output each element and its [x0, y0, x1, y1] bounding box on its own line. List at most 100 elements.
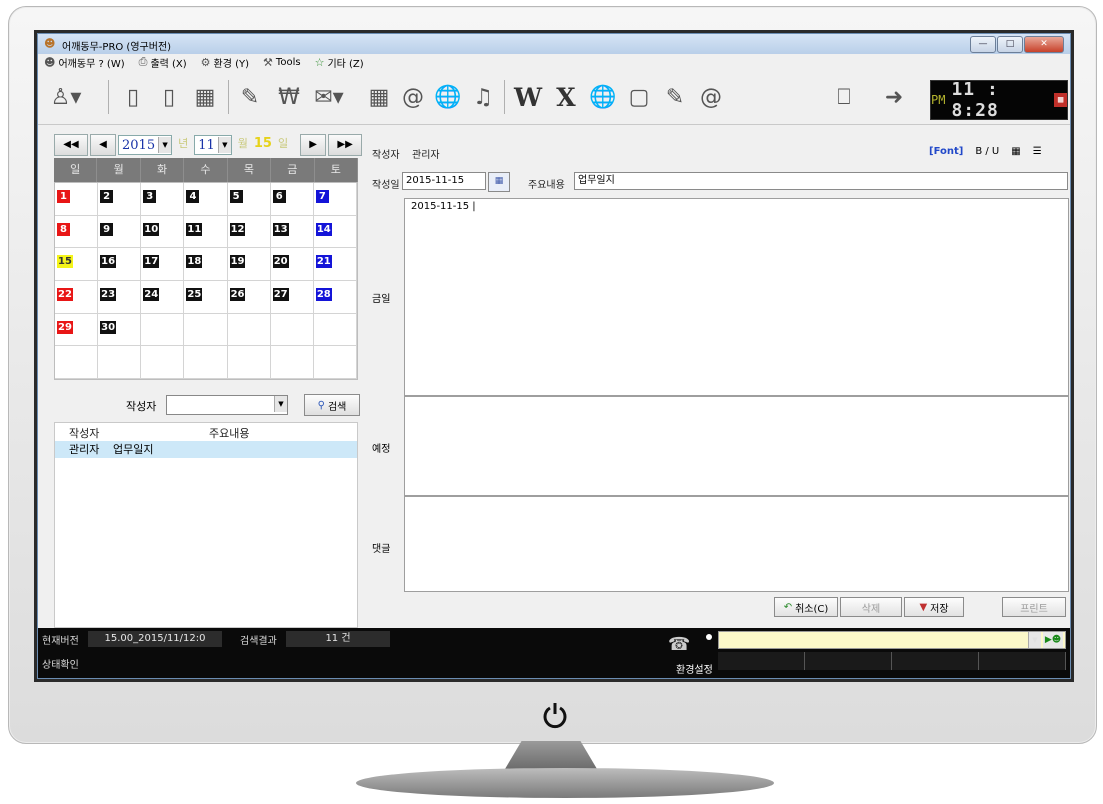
search-button[interactable]: ⚲ 검색	[304, 394, 360, 416]
calendar-cell[interactable]: 7	[313, 183, 357, 216]
folder-icon[interactable]: ▢	[624, 82, 654, 112]
calendar-cell[interactable]: 19	[227, 248, 271, 281]
chat-icon[interactable]: ✉▾	[310, 82, 348, 112]
web-icon[interactable]: 🌐	[588, 82, 618, 112]
messenger-combo[interactable]: ▼ ▶☻	[718, 631, 1066, 649]
cancel-button[interactable]: ↶ 취소(C)	[774, 597, 838, 617]
menu-item-etc[interactable]: ☆ 기타 (Z)	[315, 54, 364, 70]
calendar-day-number: 19	[229, 255, 246, 269]
maximize-button[interactable]: □	[997, 36, 1023, 53]
money-bag-icon[interactable]: ₩	[274, 82, 304, 112]
calendar-cell[interactable]: 30	[98, 313, 142, 347]
calendar-day-number: 22	[57, 288, 73, 301]
save-button[interactable]: ▼ 저장	[904, 597, 964, 617]
calendar-cell	[270, 346, 314, 379]
subject-field[interactable]: 업무일지	[574, 172, 1068, 190]
plan-textarea[interactable]	[404, 396, 1069, 496]
note-icon[interactable]: ✎	[660, 82, 690, 112]
calendar-icon[interactable]: ▦	[1054, 93, 1067, 107]
fax-icon[interactable]: ▦	[190, 82, 220, 112]
menu-item-main[interactable]: ☻ 어깨동무 ? (W)	[44, 54, 125, 70]
minimize-button[interactable]: —	[970, 36, 996, 53]
month-select[interactable]: 11 ▼	[194, 135, 232, 155]
menu-item-settings[interactable]: ⚙ 환경 (Y)	[201, 54, 249, 70]
calendar-cell	[141, 346, 185, 379]
year-value: 2015	[122, 137, 156, 153]
calendar-cell[interactable]: 5	[227, 183, 271, 216]
calendar-day-number: 23	[100, 288, 117, 301]
calendar-cell[interactable]: 22	[55, 281, 99, 314]
microphone-icon[interactable]: ♫	[470, 82, 496, 112]
calendar-cell[interactable]: 20	[270, 248, 314, 281]
list-format-icon[interactable]: ☰	[1033, 146, 1042, 157]
next-month-button[interactable]: ▶	[300, 134, 327, 156]
email-icon[interactable]: @	[400, 82, 426, 112]
font-link[interactable]: [Font]	[929, 146, 963, 157]
calendar-cell[interactable]: 24	[141, 281, 185, 314]
calendar-cell[interactable]: 29	[55, 313, 99, 347]
comment-textarea[interactable]	[404, 496, 1069, 592]
calendar-cell[interactable]: 10	[141, 215, 185, 249]
search-icon: ⚲	[317, 399, 325, 411]
calendar-cell[interactable]: 12	[227, 215, 271, 249]
writer-filter-label: 작성자	[126, 400, 157, 413]
phone-icon[interactable]: ☎	[668, 634, 690, 655]
user-profile-icon[interactable]: ♙▾	[46, 82, 86, 112]
mail-at-icon[interactable]: @	[696, 82, 726, 112]
calendar-cell[interactable]: 28	[313, 281, 357, 314]
calendar-cell[interactable]: 13	[270, 215, 314, 249]
calendar-day-number: 6	[272, 190, 286, 203]
calendar-cell[interactable]: 26	[227, 281, 271, 314]
calendar-nav: ◀◀ ◀ 2015 ▼ 년 11 ▼ 월 15 일 ▶ ▶▶	[54, 134, 363, 156]
calendar-cell[interactable]: 23	[98, 281, 142, 314]
delete-button[interactable]: 삭제	[840, 597, 902, 617]
first-year-button[interactable]: ◀◀	[54, 134, 88, 156]
status-cell	[979, 652, 1066, 670]
calendar-cell[interactable]: 21	[313, 248, 357, 281]
excel-icon[interactable]: X	[550, 82, 582, 112]
today-textarea[interactable]: 2015-11-15 |	[404, 198, 1069, 396]
settings-label[interactable]: 환경설정	[676, 661, 713, 676]
calendar-cell[interactable]: 2	[98, 183, 142, 216]
globe-icon[interactable]: 🌐	[434, 82, 462, 112]
date-picker-icon[interactable]: ▦	[488, 172, 510, 192]
print-button[interactable]: 프린트	[1002, 597, 1066, 617]
calendar-cell[interactable]: 4	[184, 183, 228, 216]
color-palette-icon[interactable]: ▦	[1011, 146, 1020, 157]
menu-item-print[interactable]: ⎙ 출력 (X)	[139, 54, 187, 70]
monitor-icon[interactable]: ⎕	[824, 82, 864, 112]
list-item[interactable]: 관리자 업무일지	[55, 441, 357, 458]
writer-filter-combo[interactable]: ▼	[166, 395, 288, 415]
menu-item-tools[interactable]: ⚒ Tools	[263, 54, 301, 70]
calendar-cell[interactable]: 16	[98, 248, 142, 281]
power-icon[interactable]	[540, 700, 570, 730]
send-user-icon[interactable]: ▶☻	[1043, 632, 1063, 648]
calendar-cell[interactable]: 25	[184, 281, 228, 314]
calendar-cell[interactable]: 6	[270, 183, 314, 216]
calendar-cell[interactable]: 17	[141, 248, 185, 281]
calendar-cell[interactable]: 8	[55, 215, 99, 249]
calendar-cell[interactable]: 3	[141, 183, 185, 216]
gear-icon: ⚙	[200, 55, 211, 69]
calendar-cell[interactable]: 9	[98, 215, 142, 249]
calendar-cell[interactable]: 18	[184, 248, 228, 281]
calculator-icon[interactable]: ▦	[366, 82, 392, 112]
word-icon[interactable]: W	[512, 82, 544, 112]
mobile-call-icon[interactable]: ▯	[156, 82, 182, 112]
calendar-cell[interactable]: 14	[313, 215, 357, 249]
memo-icon[interactable]: ✎	[236, 82, 264, 112]
calendar-cell[interactable]: 27	[270, 281, 314, 314]
monitor-stand-base	[356, 768, 774, 798]
calendar-cell[interactable]: 11	[184, 215, 228, 249]
prev-month-button[interactable]: ◀	[90, 134, 116, 156]
year-select[interactable]: 2015 ▼	[118, 135, 173, 155]
exit-door-icon[interactable]: ➜	[874, 82, 914, 112]
last-year-button[interactable]: ▶▶	[328, 134, 363, 156]
calendar-cell[interactable]: 1	[55, 183, 99, 216]
calendar-cell[interactable]: 15	[55, 248, 99, 281]
bold-underline-toggle[interactable]: B / U	[975, 146, 999, 157]
close-button[interactable]: ✕	[1024, 36, 1064, 53]
date-field[interactable]: 2015-11-15	[402, 172, 486, 190]
calendar-day-number: 16	[100, 255, 117, 269]
mobile-icon[interactable]: ▯	[120, 82, 146, 112]
